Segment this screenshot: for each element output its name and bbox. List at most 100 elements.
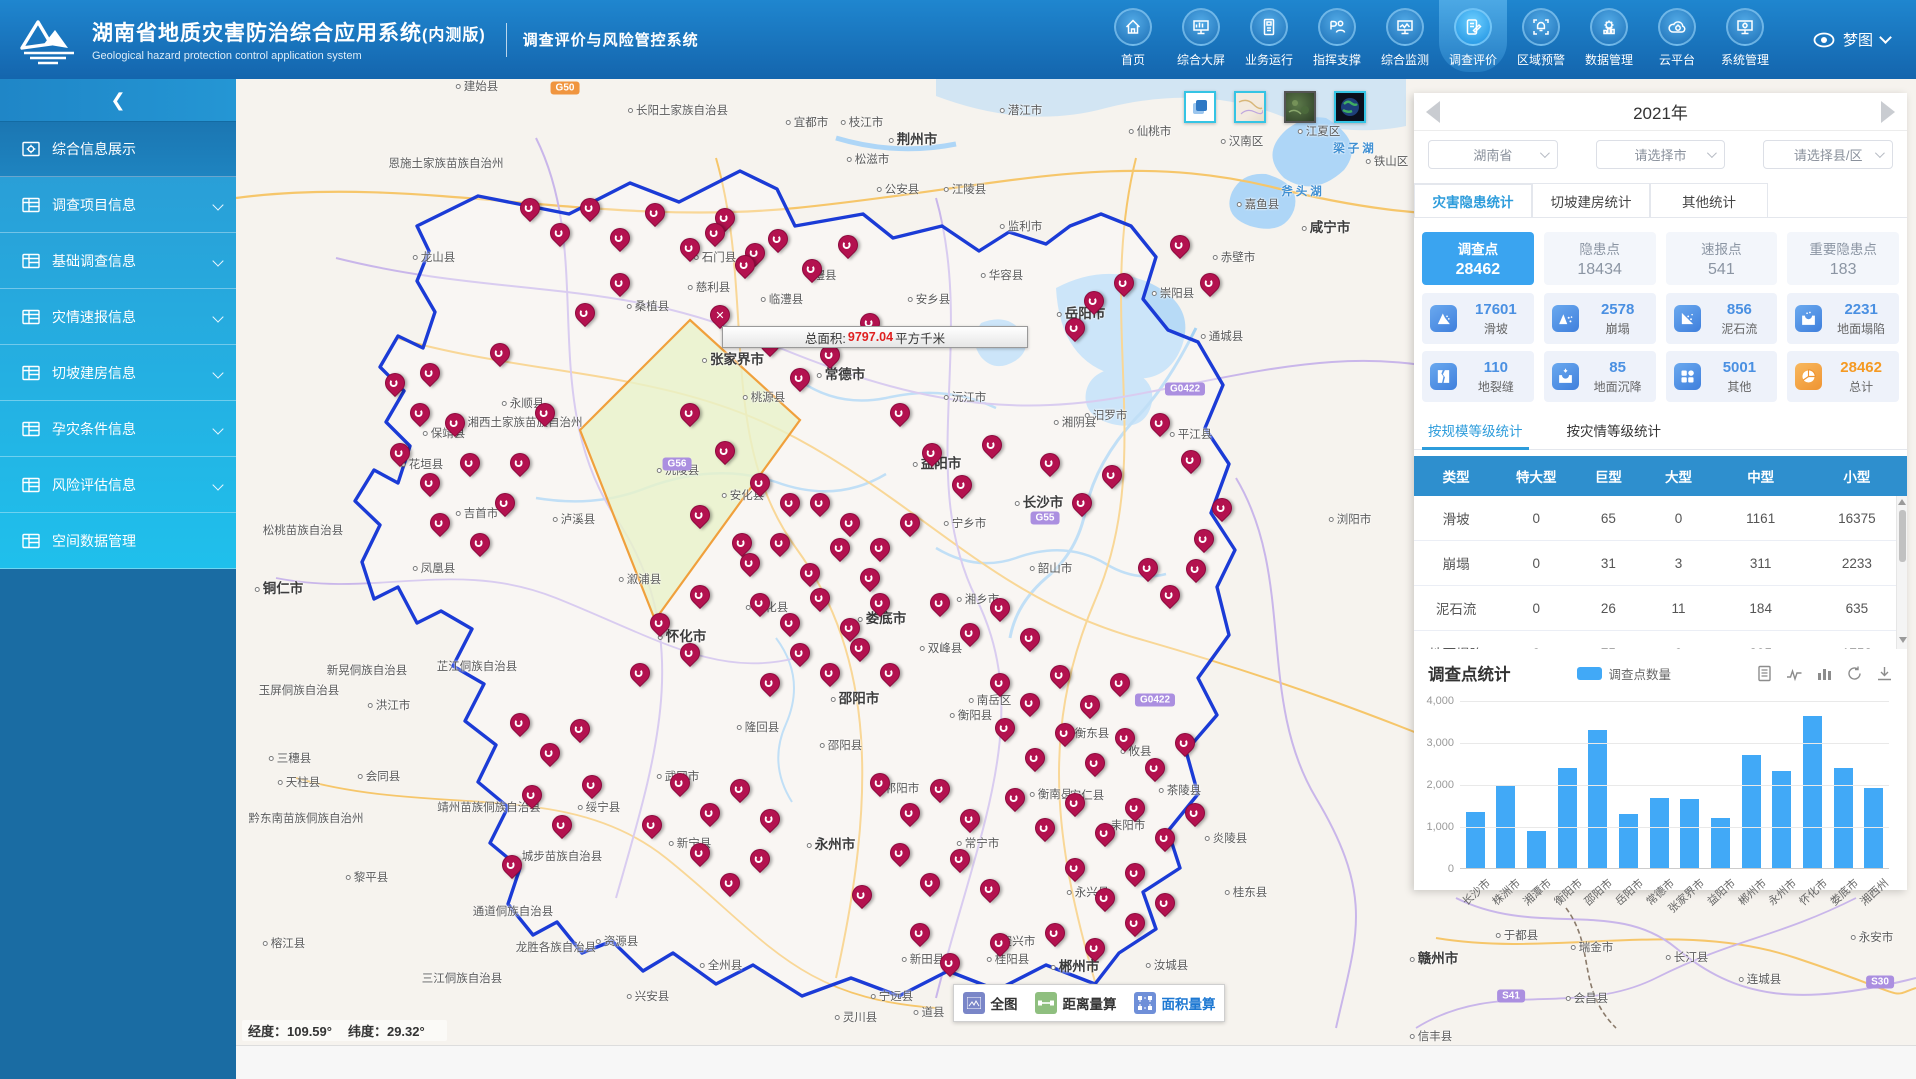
hazard-point-marker[interactable] (994, 717, 1016, 745)
hazard-point-marker[interactable] (649, 612, 671, 640)
hazard-point-marker[interactable] (644, 202, 666, 230)
hazard-point-marker[interactable] (689, 504, 711, 532)
hazard-point-marker[interactable] (899, 802, 921, 830)
layers-icon[interactable] (1184, 91, 1216, 123)
hazard-point-marker[interactable] (551, 814, 573, 842)
hazard-point-marker[interactable] (799, 562, 821, 590)
hazard-point-marker[interactable] (989, 597, 1011, 625)
hazard-point-marker[interactable] (1064, 857, 1086, 885)
hazard-point-marker[interactable] (1004, 787, 1026, 815)
hazard-point-marker[interactable] (1124, 797, 1146, 825)
hazard-point-marker[interactable] (444, 412, 466, 440)
hazard-point-marker[interactable] (1064, 317, 1086, 345)
hazard-point-marker[interactable] (579, 197, 601, 225)
sidebar-item-调查项目信息[interactable]: 调查项目信息 (0, 177, 236, 233)
hazard-point-marker[interactable] (869, 772, 891, 800)
sidebar-item-切坡建房信息[interactable]: 切坡建房信息 (0, 345, 236, 401)
hazard-point-marker[interactable] (1084, 937, 1106, 965)
sidebar-item-灾情速报信息[interactable]: 灾情速报信息 (0, 289, 236, 345)
hazard-point-marker[interactable] (539, 742, 561, 770)
hazard-point-marker[interactable] (909, 922, 931, 950)
next-year-button[interactable] (1881, 101, 1895, 123)
tab-灾害隐患统计[interactable]: 灾害隐患统计 (1414, 183, 1532, 217)
hazard-point-marker[interactable] (679, 642, 701, 670)
hazard-point-marker[interactable] (1124, 862, 1146, 890)
hazard-point-marker[interactable] (929, 778, 951, 806)
hazard-point-marker[interactable] (1193, 528, 1215, 556)
hazard-point-marker[interactable] (1034, 817, 1056, 845)
hazard-point-marker[interactable] (569, 718, 591, 746)
hazard-point-marker[interactable] (1113, 272, 1135, 300)
chart-legend[interactable]: 调查点数量 (1577, 664, 1672, 683)
hazard-point-marker[interactable] (1064, 792, 1086, 820)
nav-item-综合大屏[interactable]: 综合大屏 (1167, 0, 1235, 72)
hazard-point-marker[interactable] (1174, 732, 1196, 760)
sidebar-item-综合信息展示[interactable]: 综合信息展示 (0, 121, 236, 177)
nav-item-系统管理[interactable]: 系统管理 (1711, 0, 1779, 72)
hazard-point-marker[interactable] (789, 642, 811, 670)
hazard-point-marker[interactable] (1019, 627, 1041, 655)
hazard-point-marker[interactable] (704, 222, 726, 250)
bar-益阳市[interactable] (1711, 818, 1730, 868)
hazard-point-marker[interactable] (1137, 557, 1159, 585)
user-menu[interactable]: 梦图 (1813, 29, 1890, 50)
sub-tab-按规模等级统计[interactable]: 按规模等级统计 (1428, 420, 1523, 449)
hazard-point-marker[interactable] (749, 592, 771, 620)
bar-岳阳市[interactable] (1619, 814, 1638, 868)
hazard-point-marker[interactable] (469, 532, 491, 560)
data-view-icon[interactable] (1756, 665, 1773, 682)
hazard-point-marker[interactable] (1083, 290, 1105, 318)
hazard-point-marker[interactable] (921, 442, 943, 470)
stat-card-调查点[interactable]: 调查点28462 (1422, 232, 1534, 285)
hazard-point-marker[interactable] (1084, 752, 1106, 780)
sub-tab-按灾情等级统计[interactable]: 按灾情等级统计 (1567, 420, 1662, 449)
hazard-point-marker[interactable] (1199, 272, 1221, 300)
hazard-point-marker[interactable] (789, 367, 811, 395)
hazard-point-marker[interactable] (1154, 892, 1176, 920)
hazard-point-marker[interactable] (1185, 558, 1207, 586)
sidebar-item-孕灾条件信息[interactable]: 孕灾条件信息 (0, 401, 236, 457)
map-tool-全图[interactable]: 全图 (963, 992, 1018, 1014)
scrollbar-thumb[interactable] (1899, 510, 1906, 562)
hazard-point-marker[interactable] (779, 492, 801, 520)
hazard-point-marker[interactable] (849, 637, 871, 665)
hazard-point-marker[interactable] (949, 848, 971, 876)
hazard-point-marker[interactable] (609, 227, 631, 255)
refresh-icon[interactable] (1846, 665, 1863, 682)
hazard-point-marker[interactable] (409, 402, 431, 430)
hazard-point-marker[interactable] (384, 372, 406, 400)
hazard-point-marker[interactable] (459, 452, 481, 480)
hazard-point-marker[interactable] (1049, 664, 1071, 692)
bar-湘潭市[interactable] (1527, 831, 1546, 868)
line-chart-icon[interactable] (1786, 665, 1803, 682)
bar-张家界市[interactable] (1680, 799, 1699, 868)
hazard-point-marker[interactable] (734, 254, 756, 282)
nav-item-首页[interactable]: 首页 (1099, 0, 1167, 72)
bar-娄底市[interactable] (1834, 768, 1853, 868)
hazard-point-marker[interactable] (1054, 722, 1076, 750)
hazard-point-marker[interactable] (1169, 234, 1191, 262)
nav-item-综合监测[interactable]: 综合监测 (1371, 0, 1439, 72)
globe-thumbnail[interactable] (1334, 91, 1366, 123)
nav-item-指挥支撑[interactable]: 指挥支撑 (1303, 0, 1371, 72)
hazard-point-marker[interactable] (929, 592, 951, 620)
hazard-point-marker[interactable] (759, 672, 781, 700)
hazard-point-marker[interactable] (689, 842, 711, 870)
hazard-point-marker[interactable] (581, 774, 603, 802)
hazard-point-marker[interactable] (1039, 452, 1061, 480)
sidebar-item-空间数据管理[interactable]: 空间数据管理 (0, 513, 236, 569)
sidebar-item-风险评估信息[interactable]: 风险评估信息 (0, 457, 236, 513)
basemap-thumbnail[interactable] (1234, 91, 1266, 123)
hazard-point-marker[interactable] (729, 778, 751, 806)
hazard-point-marker[interactable] (679, 402, 701, 430)
tab-其他统计[interactable]: 其他统计 (1650, 183, 1768, 217)
hazard-point-marker[interactable] (1211, 497, 1233, 525)
bar-常德市[interactable] (1650, 798, 1669, 868)
bar-chart-icon[interactable] (1816, 665, 1833, 682)
hazard-point-marker[interactable] (767, 228, 789, 256)
hazard-point-marker[interactable] (699, 802, 721, 830)
hazard-point-marker[interactable] (759, 808, 781, 836)
sidebar-collapse-button[interactable]: ❮ (0, 79, 236, 121)
hazard-point-marker[interactable] (1154, 827, 1176, 855)
sidebar-item-基础调查信息[interactable]: 基础调查信息 (0, 233, 236, 289)
